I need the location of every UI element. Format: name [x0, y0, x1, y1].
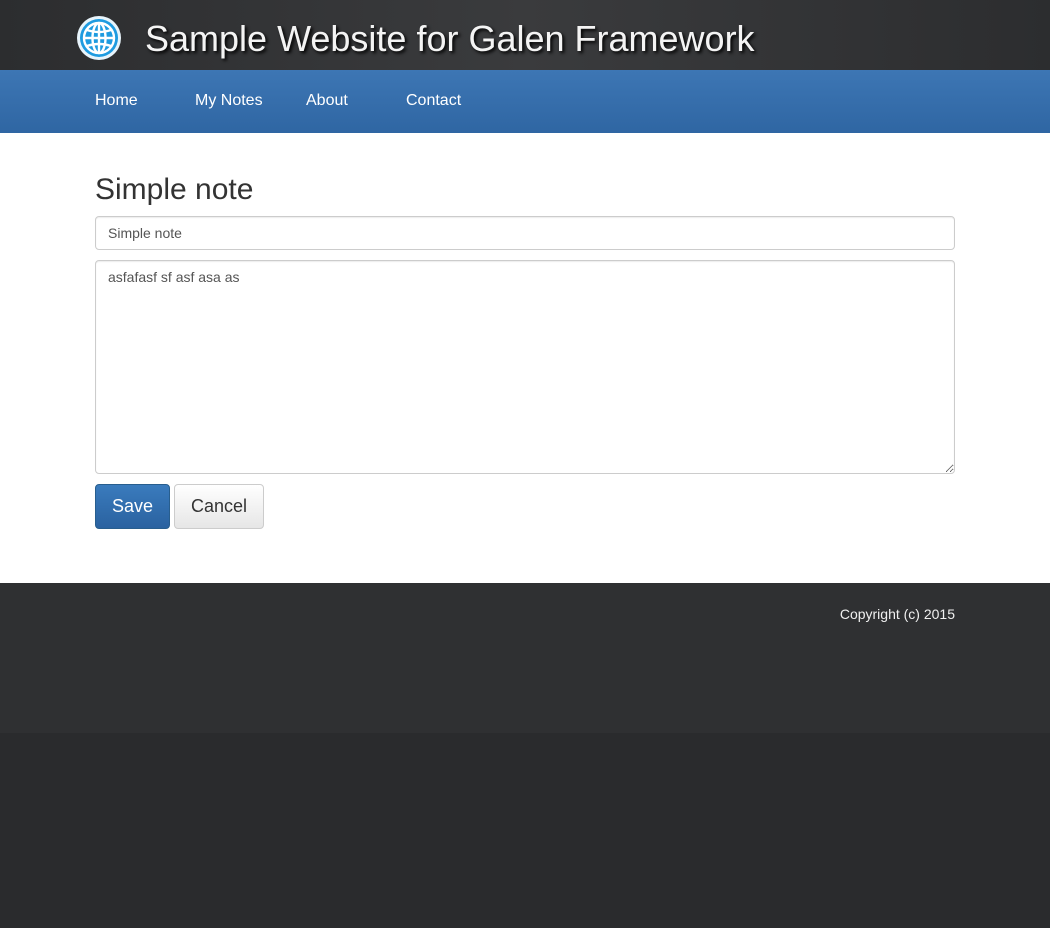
site-footer: Copyright (c) 2015	[0, 583, 1050, 733]
note-body-textarea[interactable]: asfafasf sf asf asa as	[95, 260, 955, 474]
cancel-button[interactable]: Cancel	[174, 484, 264, 529]
note-form: Simple note asfafasf sf asf asa as Save …	[0, 133, 1050, 583]
globe-icon[interactable]	[76, 15, 122, 61]
nav-item-home[interactable]: Home	[95, 91, 138, 111]
site-title: Sample Website for Galen Framework	[145, 18, 755, 59]
note-title-input[interactable]	[95, 216, 955, 250]
page-background	[0, 733, 1050, 928]
nav-item-contact[interactable]: Contact	[406, 91, 461, 111]
main-navbar: Home My Notes About Contact	[0, 70, 1050, 133]
nav-item-my-notes[interactable]: My Notes	[195, 91, 263, 111]
page-title: Simple note	[95, 173, 254, 206]
copyright-text: Copyright (c) 2015	[839, 606, 955, 622]
site-header: Sample Website for Galen Framework	[0, 0, 1050, 70]
nav-item-about[interactable]: About	[306, 91, 348, 111]
save-button[interactable]: Save	[95, 484, 170, 529]
